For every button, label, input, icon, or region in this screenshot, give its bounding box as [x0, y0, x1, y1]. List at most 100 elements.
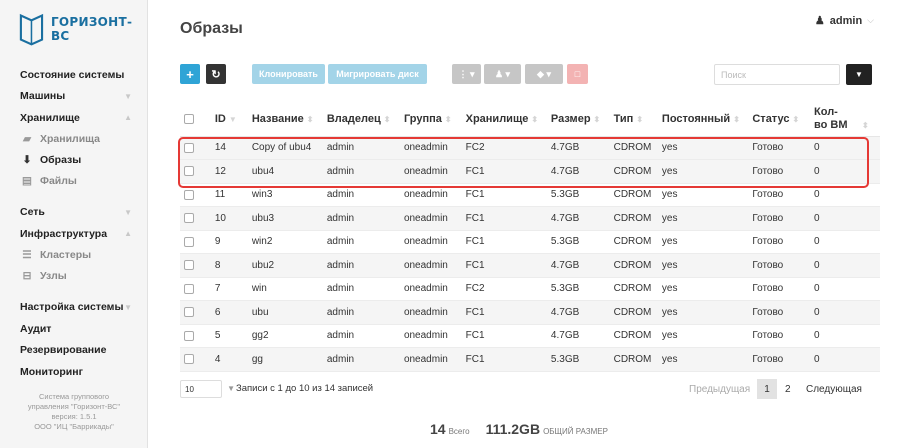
sidebar-item-audit[interactable]: Аудит	[0, 318, 148, 340]
row-select-cell[interactable]	[180, 277, 211, 301]
column-header-persistent[interactable]: Постоянный ⬍	[657, 103, 749, 137]
row-select-cell[interactable]	[180, 206, 211, 231]
sidebar-item-machines[interactable]: Машины ▼	[0, 86, 148, 108]
sort-icon: ⬍	[531, 115, 539, 125]
images-table: ID ▼ Название ⬍ Владелец ⬍ Группа ⬍ Хранилищ…	[180, 103, 880, 372]
row-select-cell[interactable]	[180, 183, 211, 207]
row-checkbox[interactable]	[184, 189, 194, 200]
sidebar-item-system-settings[interactable]: Настройка системы ▼	[0, 297, 148, 319]
sidebar-item-label: Файлы	[40, 175, 77, 187]
table-row[interactable]: 11 win3 admin oneadmin FC1 5.3GB CDROM yes Готов…	[180, 183, 880, 207]
refresh-icon: ↻	[211, 68, 221, 81]
table-cell: admin	[322, 159, 400, 184]
column-header-group[interactable]: Группа ⬍	[399, 103, 462, 137]
column-header-datastore[interactable]: Хранилище ⬍	[461, 103, 547, 137]
row-checkbox[interactable]	[184, 166, 194, 177]
chevron-down-icon: ▼	[227, 384, 235, 393]
sidebar-item-hosts[interactable]: ⊟ Узлы	[0, 266, 148, 287]
table-cell: yes	[657, 159, 749, 184]
row-select-cell[interactable]	[180, 253, 211, 278]
pagination-next[interactable]: Следующая	[806, 384, 862, 395]
search-dropdown-button[interactable]: ▼	[846, 64, 872, 85]
file-icon: ▤	[22, 175, 32, 187]
per-page-select[interactable]: 10 ▼	[180, 380, 235, 398]
row-checkbox[interactable]	[184, 213, 194, 224]
column-header-name[interactable]: Название ⬍	[247, 103, 323, 137]
table-row[interactable]: 5 gg2 admin oneadmin FC1 4.7GB CDROM yes Готово 0	[180, 324, 880, 348]
table-cell: ubu2	[247, 253, 323, 278]
user-menu[interactable]: ♟ admin ⌵	[815, 14, 874, 28]
owner-dropdown[interactable]: ♟ ▾	[484, 64, 521, 84]
refresh-button[interactable]: ↻	[206, 64, 226, 84]
row-select-cell[interactable]	[180, 347, 211, 372]
column-header-owner[interactable]: Владелец ⬍	[322, 103, 400, 137]
row-select-cell[interactable]	[180, 300, 211, 325]
row-select-cell[interactable]	[180, 159, 211, 184]
column-header-status[interactable]: Статус ⬍	[748, 103, 811, 137]
table-cell: FC1	[461, 159, 547, 184]
sort-desc-icon: ▼	[228, 115, 237, 125]
labels-dropdown[interactable]: ◆ ▾	[525, 64, 563, 84]
sidebar-item-monitoring[interactable]: Мониторинг	[0, 361, 148, 383]
row-checkbox[interactable]	[184, 236, 194, 247]
table-cell: 4.7GB	[546, 136, 610, 160]
sidebar-item-network[interactable]: Сеть ▼	[0, 202, 148, 224]
column-header-label: Название	[251, 113, 304, 126]
row-select-cell[interactable]	[180, 324, 211, 348]
pagination-page-2[interactable]: 2	[785, 384, 791, 395]
table-cell: yes	[657, 324, 749, 348]
row-select-cell[interactable]	[180, 136, 211, 160]
column-header-label: ID	[214, 113, 226, 126]
column-header-size[interactable]: Размер ⬍	[546, 103, 610, 137]
table-row[interactable]: 9 win2 admin oneadmin FC1 5.3GB CDROM yes Готово…	[180, 230, 880, 254]
sidebar-item-dashboard[interactable]: Состояние системы	[0, 64, 148, 86]
table-cell: Готово	[748, 159, 811, 184]
sidebar-item-backup[interactable]: Резервирование	[0, 340, 148, 362]
migrate-disk-button[interactable]: Мигрировать диск	[328, 64, 427, 84]
add-button[interactable]: +	[180, 64, 200, 84]
row-select-cell[interactable]	[180, 230, 211, 254]
table-row[interactable]: 12 ubu4 admin oneadmin FC1 4.7GB CDROM yes Готов…	[180, 159, 880, 184]
total-count-label: Всего	[448, 427, 470, 436]
column-header-id[interactable]: ID ▼	[210, 103, 248, 137]
sidebar-item-files[interactable]: ▤ Файлы	[0, 171, 148, 192]
logo[interactable]: ГОРИЗОНТ-ВС	[18, 12, 147, 46]
sidebar-item-infrastructure[interactable]: Инфраструктура ▲	[0, 223, 148, 245]
column-header-type[interactable]: Тип ⬍	[609, 103, 658, 137]
pagination-prev[interactable]: Предыдущая	[689, 384, 750, 395]
pagination-page-1[interactable]: 1	[757, 379, 777, 399]
column-header-label: Кол-во ВМ	[814, 106, 848, 132]
delete-button[interactable]: □	[567, 64, 588, 84]
row-checkbox[interactable]	[184, 142, 194, 153]
footer-line: версия: 1.5.1	[51, 412, 97, 421]
clone-button[interactable]: Клонировать	[252, 64, 325, 84]
select-all-cell[interactable]	[180, 103, 211, 137]
row-checkbox[interactable]	[184, 330, 194, 341]
table-cell: 7	[210, 277, 248, 301]
table-cell: 9	[210, 230, 248, 254]
table-row[interactable]: 14 Copy of ubu4 admin oneadmin FC2 4.7GB CDROM…	[180, 136, 880, 160]
sidebar-item-images[interactable]: ⬇ Образы	[0, 150, 148, 171]
sidebar-item-clusters[interactable]: ☰ Кластеры	[0, 245, 148, 266]
table-row[interactable]: 10 ubu3 admin oneadmin FC1 4.7GB CDROM yes Готов…	[180, 206, 880, 231]
select-all-checkbox[interactable]	[184, 114, 194, 125]
table-cell: win3	[247, 183, 323, 207]
sidebar-item-storage[interactable]: Хранилище ▲	[0, 107, 148, 129]
more-actions-dropdown[interactable]: ⋮ ▾	[452, 64, 481, 84]
table-cell: 4.7GB	[546, 253, 610, 278]
table-row[interactable]: 8 ubu2 admin oneadmin FC1 4.7GB CDROM yes Готово…	[180, 253, 880, 278]
table-row[interactable]: 6 ubu admin oneadmin FC1 4.7GB CDROM yes Готово 0	[180, 300, 880, 325]
table-cell: 4.7GB	[546, 159, 610, 184]
table-row[interactable]: 4 gg admin oneadmin FC1 5.3GB CDROM yes Готово 0	[180, 347, 880, 372]
sidebar-item-label: Хранилище	[20, 111, 80, 124]
sidebar-item-datastores[interactable]: ▰ Хранилища	[0, 129, 148, 150]
row-checkbox[interactable]	[184, 260, 194, 271]
migrate-button-label: Мигрировать диск	[336, 69, 419, 79]
sort-icon: ⬍	[593, 115, 601, 125]
search-input[interactable]: Поиск	[714, 64, 840, 85]
table-row[interactable]: 7 win admin oneadmin FC2 5.3GB CDROM yes Готово 0	[180, 277, 880, 301]
row-checkbox[interactable]	[184, 307, 194, 318]
row-checkbox[interactable]	[184, 283, 194, 294]
column-header-vm-count[interactable]: Кол-во ВМ ⬍	[810, 103, 880, 137]
row-checkbox[interactable]	[184, 354, 194, 365]
